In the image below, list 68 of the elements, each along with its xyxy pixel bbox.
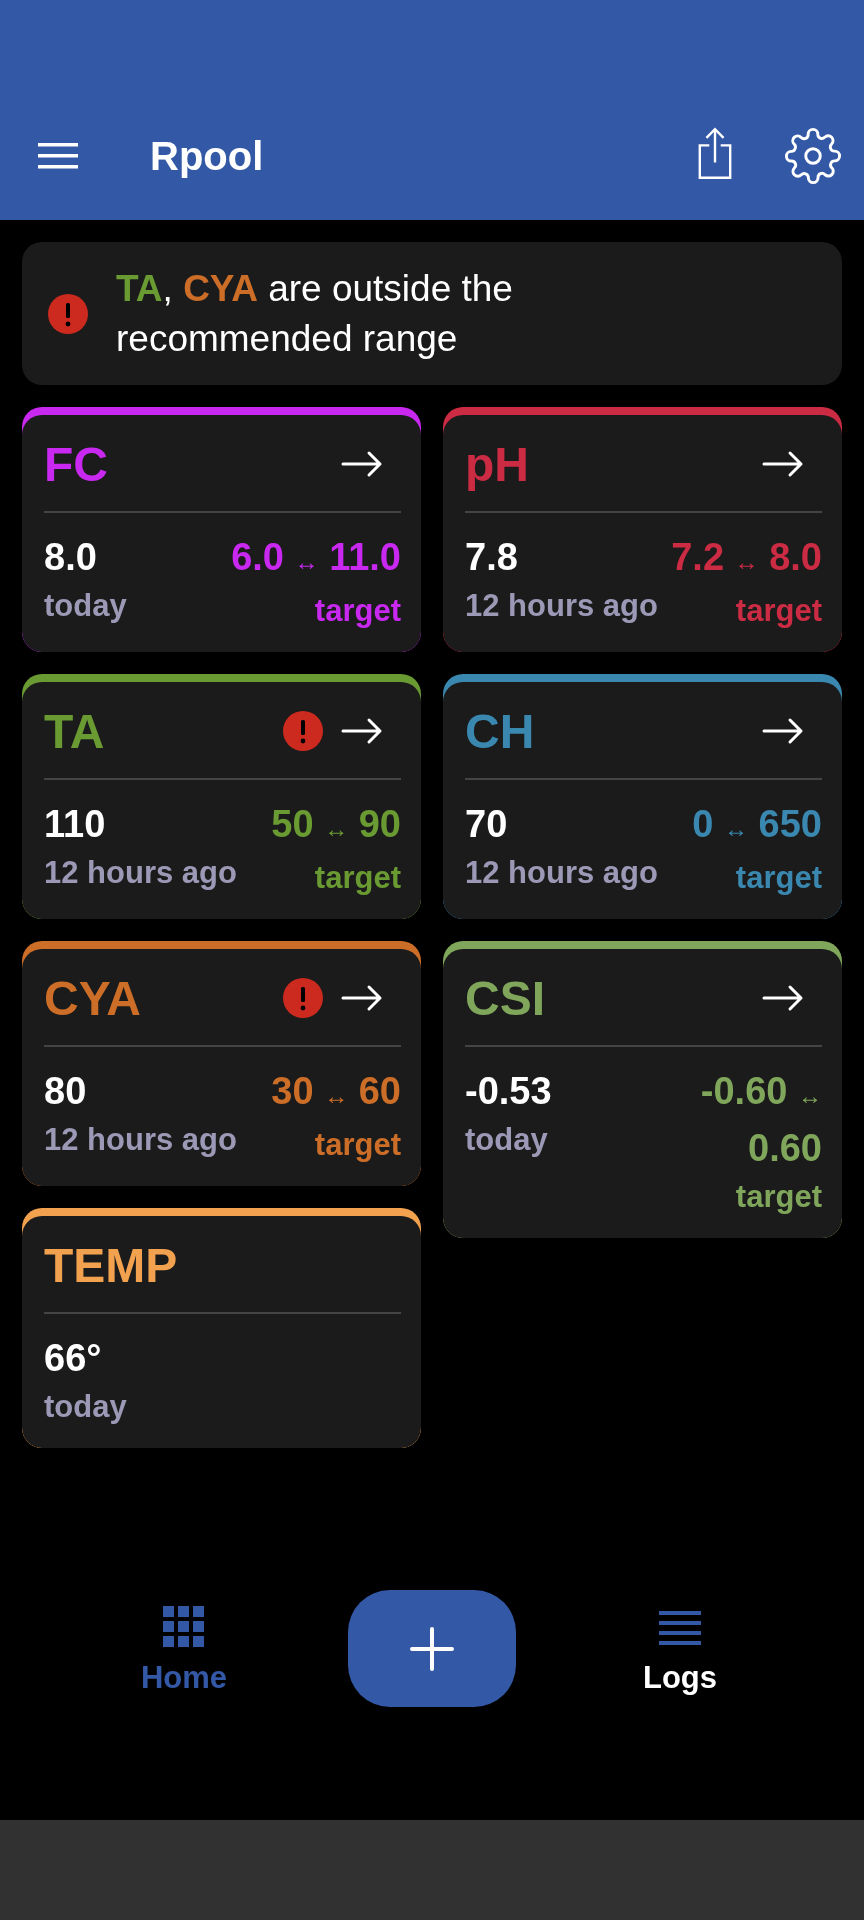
range-low: 7.2: [671, 536, 725, 578]
arrow-right-icon[interactable]: [341, 450, 383, 478]
range-separator: ↔: [324, 815, 349, 842]
reading-card[interactable]: CSI -0.53 today -0.60 ↔ 0.60 target: [443, 949, 842, 1238]
range-low: 0: [692, 803, 714, 845]
reading-time: today: [44, 587, 127, 625]
add-button[interactable]: [348, 1590, 516, 1707]
target-label: target: [314, 1126, 401, 1164]
reading-time: 12 hours ago: [465, 854, 658, 892]
range-separator: ↔: [734, 548, 759, 575]
reading-card[interactable]: pH 7.8 12 hours ago 7.2 ↔ 8.0 target: [443, 415, 842, 652]
range-high: 60: [358, 1070, 401, 1112]
range-separator: ↔: [798, 1082, 822, 1109]
card-title: TA: [44, 703, 105, 759]
arrow-right-icon[interactable]: [762, 450, 804, 478]
range-high: 11.0: [329, 536, 401, 578]
card-title: FC: [44, 436, 108, 492]
card-title: CYA: [44, 970, 141, 1026]
reading-card[interactable]: CYA 80 12 hours ago 30 ↔ 60 target: [22, 949, 421, 1186]
reading-card[interactable]: TEMP 66° today: [22, 1216, 421, 1448]
reading-time: 12 hours ago: [44, 854, 237, 892]
card-title: pH: [465, 436, 529, 492]
reading-time: today: [44, 1388, 127, 1426]
arrow-right-icon[interactable]: [762, 984, 804, 1012]
range-low: 30: [271, 1070, 314, 1112]
range-high: 90: [358, 803, 401, 845]
reading-time: today: [465, 1121, 548, 1159]
target-label: target: [314, 859, 401, 897]
range-high: 8.0: [769, 536, 822, 578]
card-title: CSI: [465, 970, 545, 1026]
card-title: TEMP: [44, 1237, 178, 1293]
range-low: 6.0: [231, 536, 284, 578]
reading-value: 66°: [44, 1336, 102, 1381]
card-title: CH: [465, 703, 535, 759]
plus-icon: [410, 1626, 454, 1671]
settings-icon[interactable]: [784, 127, 842, 185]
share-icon[interactable]: [696, 125, 734, 181]
range-high: 650: [758, 803, 822, 845]
warning-icon: [48, 293, 88, 334]
reading-value: 7.8: [465, 535, 518, 580]
reading-value: 70: [465, 802, 508, 847]
arrow-right-icon[interactable]: [762, 717, 804, 745]
reading-value: 110: [44, 802, 106, 847]
app-title: Rpool: [150, 133, 264, 179]
range-separator: ↔: [724, 815, 749, 842]
grid-icon: [163, 1606, 205, 1648]
reading-card[interactable]: CH 70 12 hours ago 0 ↔ 650 target: [443, 682, 842, 919]
arrow-right-icon[interactable]: [341, 984, 383, 1012]
reading-value: -0.53: [465, 1069, 552, 1114]
reading-time: 12 hours ago: [44, 1121, 237, 1159]
arrow-right-icon[interactable]: [341, 717, 383, 745]
reading-value: 8.0: [44, 535, 97, 580]
range-separator: ↔: [294, 548, 319, 575]
menu-icon[interactable]: [38, 141, 78, 171]
reading-time: 12 hours ago: [465, 587, 658, 625]
logs-tab[interactable]: Logs: [642, 1590, 718, 1696]
range-low: 50: [271, 803, 314, 845]
target-label: target: [735, 592, 822, 630]
reading-card[interactable]: FC 8.0 today 6.0 ↔ 11.0 target: [22, 415, 421, 652]
reading-card[interactable]: TA 110 12 hours ago 50 ↔ 90 target: [22, 682, 421, 919]
range-high: 0.60: [748, 1127, 822, 1169]
target-label: target: [735, 1178, 822, 1216]
target-label: target: [314, 592, 401, 630]
range-low: -0.60: [700, 1070, 788, 1112]
alert-message: TA, CYA are outside the recommended range: [116, 266, 514, 361]
reading-value: 80: [44, 1069, 87, 1114]
target-label: target: [735, 859, 822, 897]
range-separator: ↔: [324, 1082, 349, 1109]
